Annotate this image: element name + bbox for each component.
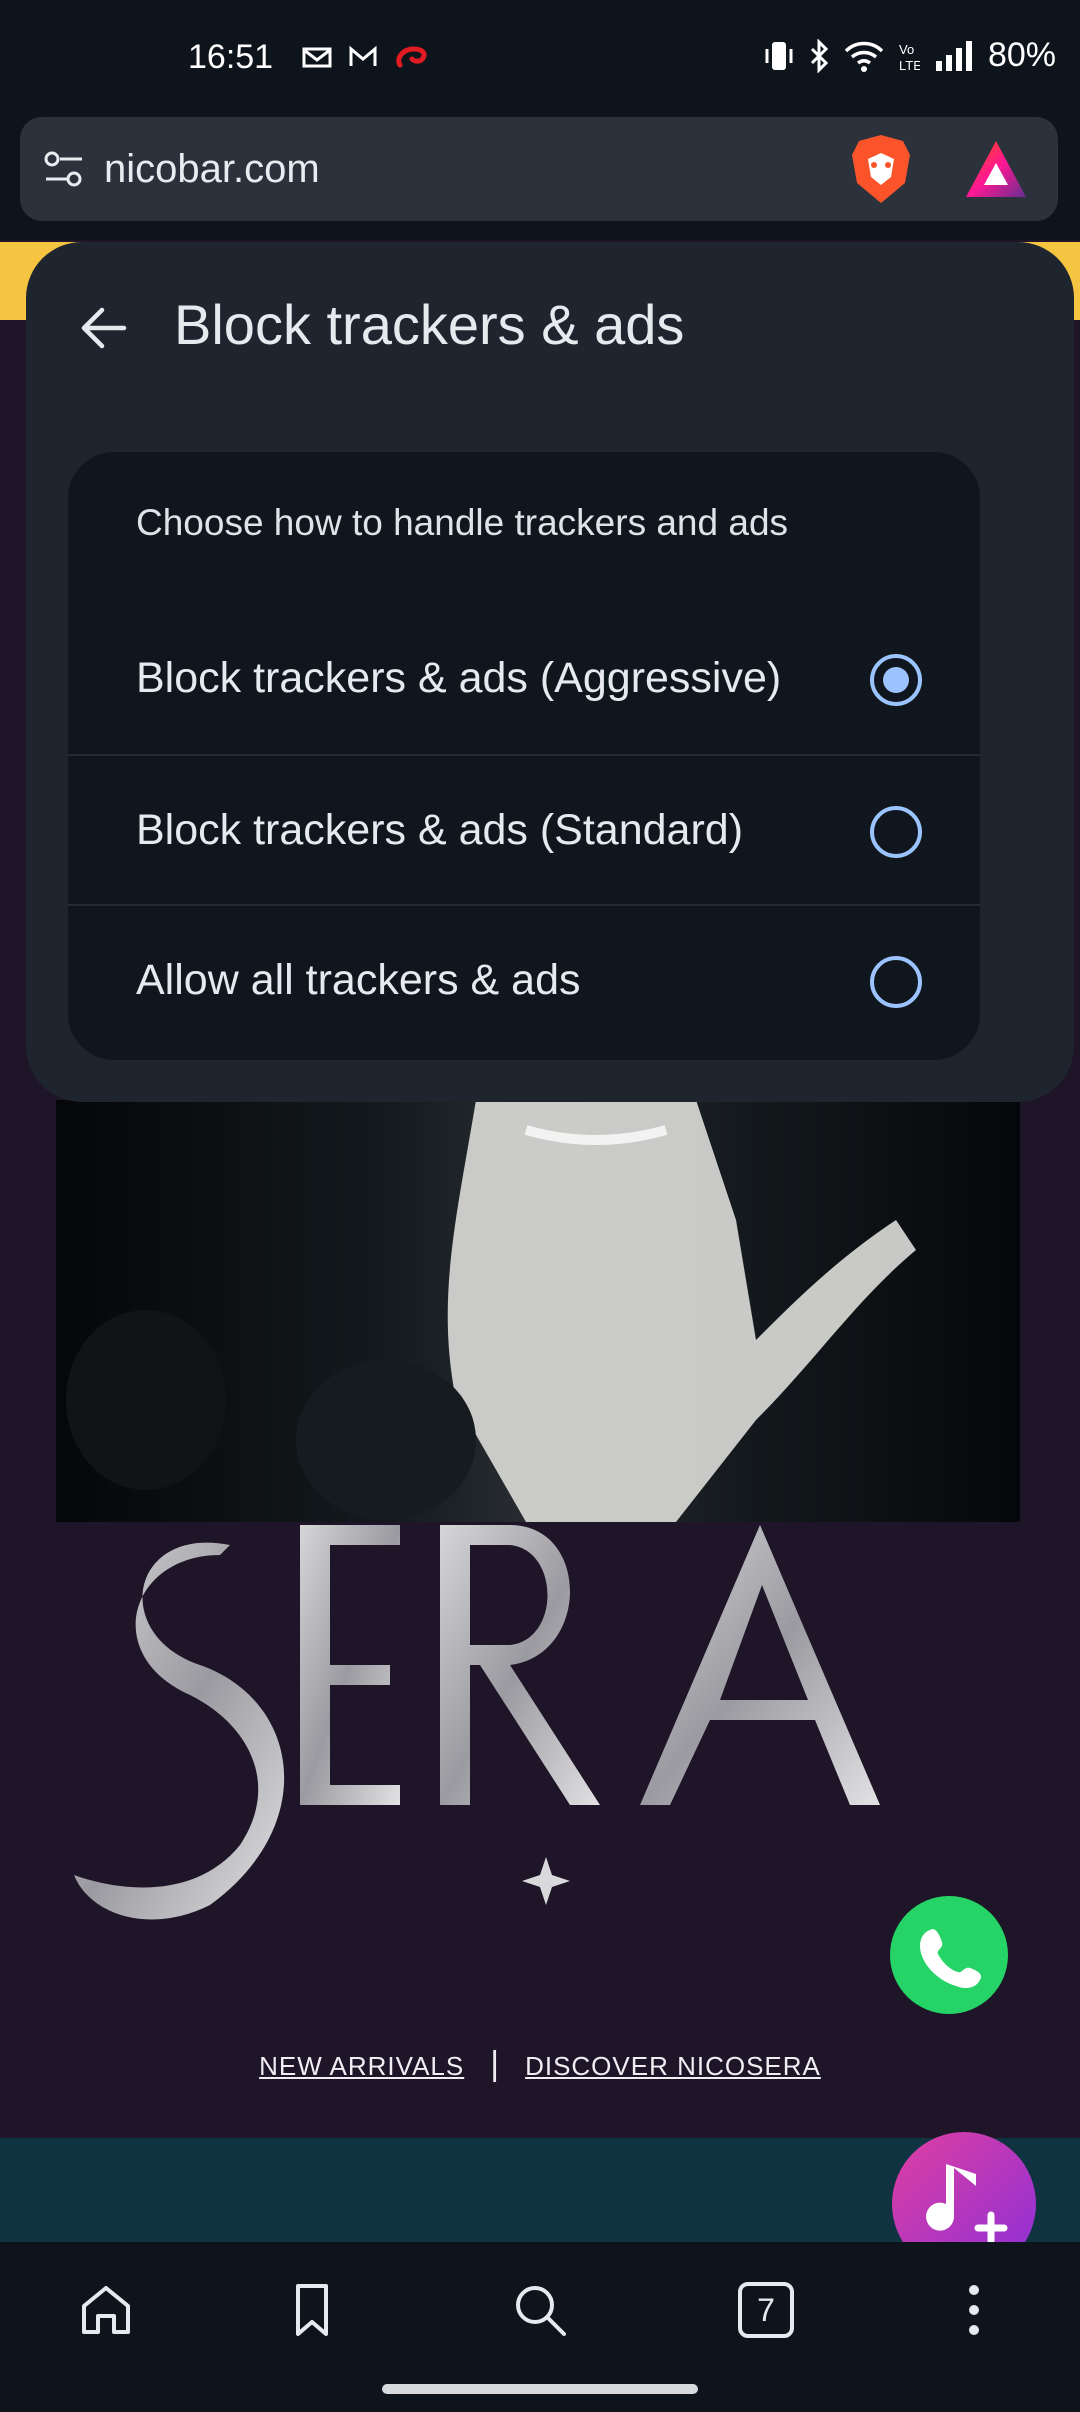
sheet-title: Block trackers & ads bbox=[174, 293, 685, 356]
footer-links: NEW ARRIVALS | DISCOVER NICOSERA bbox=[0, 2045, 1080, 2084]
home-icon[interactable] bbox=[76, 2280, 136, 2340]
svg-text:LTE: LTE bbox=[899, 58, 920, 73]
options-subtitle: Choose how to handle trackers and ads bbox=[136, 502, 789, 543]
whatsapp-button[interactable] bbox=[890, 1896, 1008, 2014]
option-label: Block trackers & ads (Aggressive) bbox=[136, 654, 782, 702]
battery-level: 80% bbox=[987, 36, 1056, 74]
svg-text:Vo: Vo bbox=[899, 42, 914, 57]
brave-shields-icon[interactable] bbox=[850, 133, 912, 205]
vibrate-icon bbox=[765, 41, 793, 70]
back-arrow-icon[interactable] bbox=[74, 298, 134, 358]
option-aggressive[interactable]: Block trackers & ads (Aggressive) bbox=[68, 604, 980, 754]
option-label: Allow all trackers & ads bbox=[136, 956, 581, 1004]
url-text[interactable]: nicobar.com bbox=[104, 147, 320, 192]
more-menu-icon[interactable] bbox=[944, 2280, 1004, 2340]
discover-nicosera-link[interactable]: DISCOVER NICOSERA bbox=[525, 2051, 821, 2081]
airtel-icon bbox=[396, 46, 427, 68]
radio-unselected[interactable] bbox=[870, 956, 922, 1008]
signal-icon bbox=[935, 40, 972, 71]
new-arrivals-link[interactable]: NEW ARRIVALS bbox=[259, 2051, 464, 2081]
option-label: Block trackers & ads (Standard) bbox=[136, 806, 744, 854]
bookmarks-icon[interactable] bbox=[282, 2280, 342, 2340]
option-allow-all[interactable]: Allow all trackers & ads bbox=[68, 904, 980, 1054]
search-icon[interactable] bbox=[510, 2280, 570, 2340]
block-trackers-sheet: Block trackers & ads Choose how to handl… bbox=[26, 242, 1074, 1102]
option-standard[interactable]: Block trackers & ads (Standard) bbox=[68, 754, 980, 904]
radio-unselected[interactable] bbox=[870, 806, 922, 858]
volte-icon: VoLTE bbox=[899, 42, 920, 73]
model-photo bbox=[66, 1100, 916, 1522]
whatsapp-icon bbox=[920, 1929, 982, 1988]
link-separator: | bbox=[490, 2045, 500, 2083]
status-time: 16:51 bbox=[188, 38, 274, 76]
status-bar: 16:51 Vo LTE 80% bbox=[0, 0, 1080, 118]
brave-rewards-icon[interactable] bbox=[964, 139, 1028, 199]
tabs-button[interactable]: 7 bbox=[738, 2282, 794, 2338]
wifi-icon bbox=[844, 41, 884, 72]
gmail-icon bbox=[302, 47, 332, 68]
bluetooth-icon bbox=[810, 38, 829, 73]
sera-logo bbox=[74, 1525, 880, 1920]
options-card: Choose how to handle trackers and ads Bl… bbox=[68, 452, 980, 1060]
hero-image bbox=[56, 1100, 1020, 1522]
site-settings-icon[interactable] bbox=[42, 149, 86, 189]
system-status: Vo LTE 80% bbox=[764, 36, 1056, 75]
gesture-handle[interactable] bbox=[382, 2384, 698, 2394]
gmail-icon bbox=[349, 45, 377, 66]
radio-selected[interactable] bbox=[870, 654, 922, 706]
address-bar[interactable]: nicobar.com bbox=[20, 117, 1058, 221]
